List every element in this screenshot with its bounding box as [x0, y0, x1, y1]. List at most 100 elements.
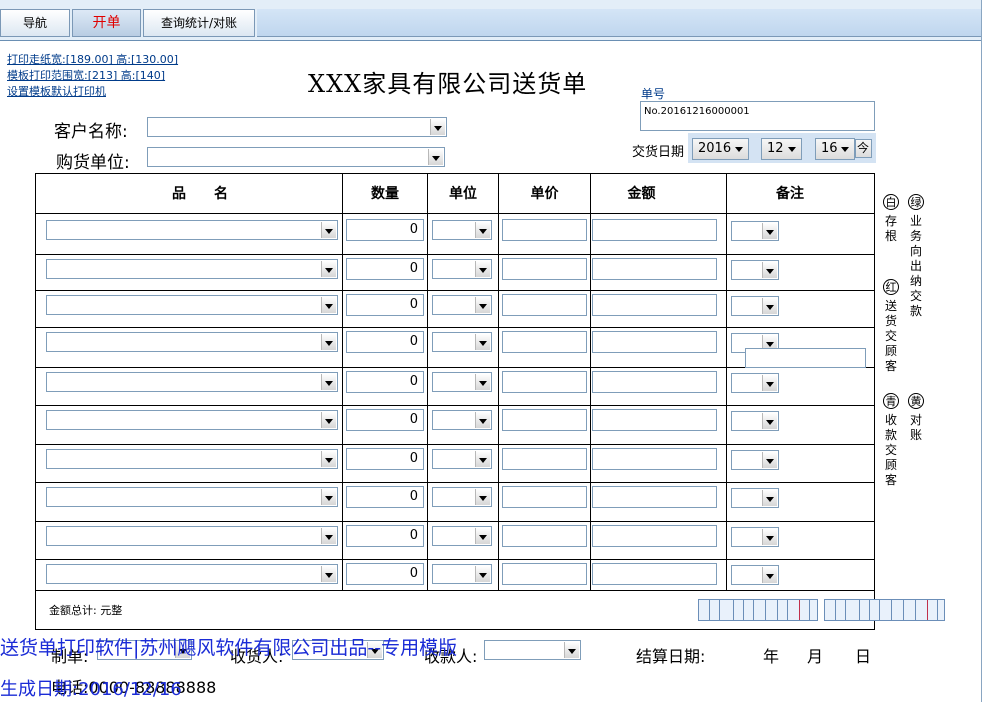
- unit-combo[interactable]: [432, 259, 492, 279]
- remark-combo[interactable]: [731, 373, 779, 393]
- unit-combo[interactable]: [432, 410, 492, 430]
- chevron-down-icon[interactable]: [430, 119, 445, 135]
- unit-combo[interactable]: [432, 564, 492, 584]
- template-range-link[interactable]: 模板打印范围宽:[213] 高:[140]: [7, 67, 165, 83]
- quantity-input[interactable]: 0: [346, 258, 424, 280]
- product-name-combo[interactable]: [46, 449, 338, 469]
- unit-price-input[interactable]: [502, 294, 587, 316]
- quantity-input[interactable]: 0: [346, 331, 424, 353]
- unit-price-input[interactable]: [502, 448, 587, 470]
- chevron-down-icon[interactable]: [321, 566, 336, 582]
- unit-price-input[interactable]: [502, 409, 587, 431]
- product-name-combo[interactable]: [46, 332, 338, 352]
- unit-combo[interactable]: [432, 332, 492, 352]
- chevron-down-icon[interactable]: [475, 374, 490, 390]
- chevron-down-icon[interactable]: [475, 222, 490, 238]
- chevron-down-icon[interactable]: [475, 297, 490, 313]
- chevron-down-icon[interactable]: [321, 374, 336, 390]
- amount-input[interactable]: [592, 331, 717, 353]
- tab-new-order[interactable]: 开单: [72, 9, 141, 37]
- unit-combo[interactable]: [432, 526, 492, 546]
- chevron-down-icon[interactable]: [475, 334, 490, 350]
- product-name-combo[interactable]: [46, 372, 338, 392]
- amount-input[interactable]: [592, 448, 717, 470]
- unit-combo[interactable]: [432, 372, 492, 392]
- unit-combo[interactable]: [432, 487, 492, 507]
- month-select[interactable]: 12: [761, 138, 802, 160]
- chevron-down-icon[interactable]: [762, 223, 777, 239]
- quantity-input[interactable]: 0: [346, 563, 424, 585]
- product-name-combo[interactable]: [46, 295, 338, 315]
- product-name-combo[interactable]: [46, 220, 338, 240]
- chevron-down-icon[interactable]: [475, 489, 490, 505]
- unit-price-input[interactable]: [502, 371, 587, 393]
- remark-combo[interactable]: [731, 411, 779, 431]
- chevron-down-icon[interactable]: [762, 529, 777, 545]
- chevron-down-icon[interactable]: [762, 375, 777, 391]
- chevron-down-icon[interactable]: [762, 490, 777, 506]
- unit-combo[interactable]: [432, 295, 492, 315]
- quantity-input[interactable]: 0: [346, 486, 424, 508]
- product-name-combo[interactable]: [46, 487, 338, 507]
- amount-input[interactable]: [592, 409, 717, 431]
- default-printer-link[interactable]: 设置模板默认打印机: [7, 83, 106, 99]
- remark-combo[interactable]: [731, 296, 779, 316]
- chevron-down-icon[interactable]: [475, 261, 490, 277]
- unit-price-input[interactable]: [502, 219, 587, 241]
- product-name-combo[interactable]: [46, 526, 338, 546]
- amount-input[interactable]: [592, 219, 717, 241]
- day-select[interactable]: 16: [815, 138, 855, 160]
- unit-price-input[interactable]: [502, 525, 587, 547]
- chevron-down-icon[interactable]: [762, 262, 777, 278]
- tab-query-statistics[interactable]: 查询统计/对账: [143, 9, 255, 37]
- today-button[interactable]: 今: [855, 139, 872, 158]
- product-name-combo[interactable]: [46, 410, 338, 430]
- amount-input[interactable]: [592, 525, 717, 547]
- cashier-combo[interactable]: [484, 640, 581, 660]
- remark-combo[interactable]: [731, 488, 779, 508]
- chevron-down-icon[interactable]: [762, 298, 777, 314]
- remark-combo[interactable]: [731, 565, 779, 585]
- unit-combo[interactable]: [432, 220, 492, 240]
- chevron-down-icon[interactable]: [475, 412, 490, 428]
- chevron-down-icon[interactable]: [321, 528, 336, 544]
- unit-price-input[interactable]: [502, 563, 587, 585]
- remark-combo[interactable]: [731, 450, 779, 470]
- chevron-down-icon[interactable]: [321, 489, 336, 505]
- unit-price-input[interactable]: [502, 486, 587, 508]
- print-paper-size-link[interactable]: 打印走纸宽:[189.00] 高:[130.00]: [7, 51, 178, 67]
- quantity-input[interactable]: 0: [346, 219, 424, 241]
- unit-price-input[interactable]: [502, 331, 587, 353]
- customer-combo[interactable]: [147, 117, 447, 137]
- quantity-input[interactable]: 0: [346, 294, 424, 316]
- chevron-down-icon[interactable]: [475, 451, 490, 467]
- chevron-down-icon[interactable]: [321, 334, 336, 350]
- year-select[interactable]: 2016: [692, 138, 749, 160]
- quantity-input[interactable]: 0: [346, 525, 424, 547]
- unit-price-input[interactable]: [502, 258, 587, 280]
- amount-input[interactable]: [592, 258, 717, 280]
- floating-input[interactable]: [745, 348, 866, 368]
- remark-combo[interactable]: [731, 221, 779, 241]
- chevron-down-icon[interactable]: [321, 222, 336, 238]
- quantity-input[interactable]: 0: [346, 371, 424, 393]
- chevron-down-icon[interactable]: [321, 412, 336, 428]
- amount-input[interactable]: [592, 294, 717, 316]
- remark-combo[interactable]: [731, 260, 779, 280]
- unit-combo[interactable]: [432, 449, 492, 469]
- chevron-down-icon[interactable]: [762, 413, 777, 429]
- amount-input[interactable]: [592, 371, 717, 393]
- amount-input[interactable]: [592, 486, 717, 508]
- chevron-down-icon[interactable]: [475, 566, 490, 582]
- remark-combo[interactable]: [731, 527, 779, 547]
- chevron-down-icon[interactable]: [762, 452, 777, 468]
- purchase-unit-combo[interactable]: [147, 147, 445, 167]
- chevron-down-icon[interactable]: [475, 528, 490, 544]
- chevron-down-icon[interactable]: [564, 642, 579, 658]
- chevron-down-icon[interactable]: [321, 451, 336, 467]
- chevron-down-icon[interactable]: [321, 261, 336, 277]
- chevron-down-icon[interactable]: [762, 567, 777, 583]
- quantity-input[interactable]: 0: [346, 448, 424, 470]
- chevron-down-icon[interactable]: [428, 149, 443, 165]
- amount-input[interactable]: [592, 563, 717, 585]
